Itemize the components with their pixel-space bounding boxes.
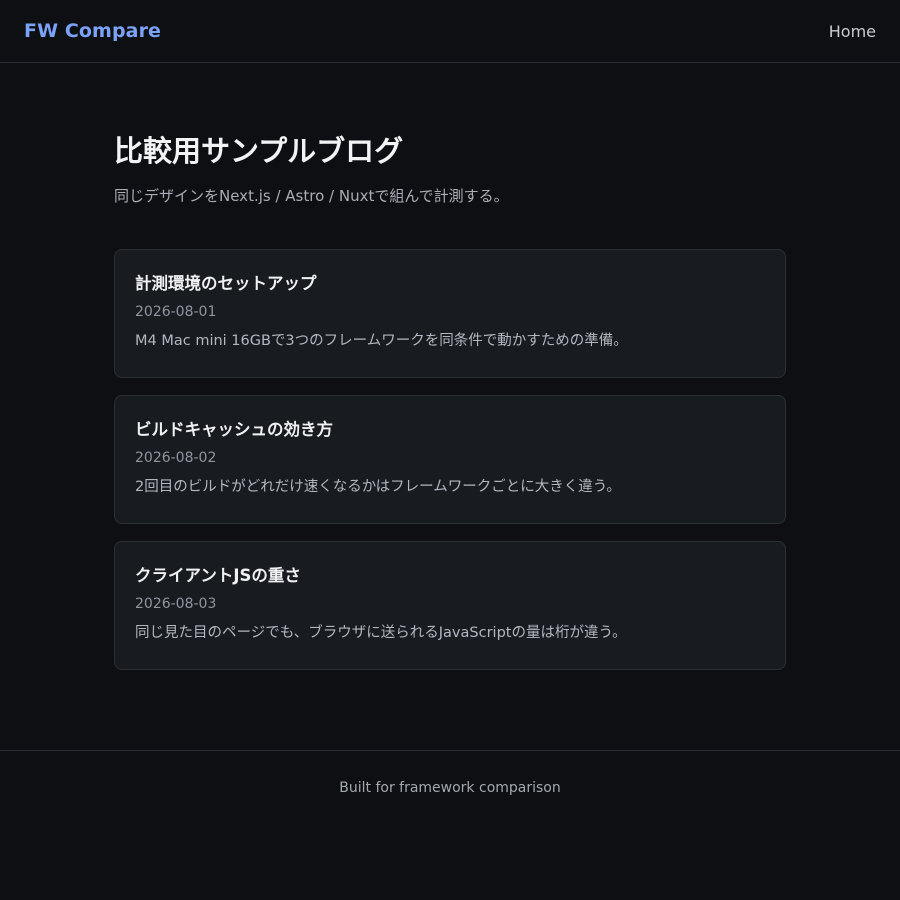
nav-home-link[interactable]: Home [829, 22, 876, 41]
post-excerpt: 2回目のビルドがどれだけ速くなるかはフレームワークごとに大きく違う。 [135, 479, 621, 495]
post-title[interactable]: 計測環境のセットアップ [135, 271, 765, 297]
site-footer: Built for framework comparison [0, 750, 900, 796]
post-excerpt: 同じ見た目のページでも、ブラウザに送られるJavaScriptの量は桁が違う。 [135, 625, 627, 641]
post-date: 2026-08-01 [135, 304, 217, 320]
post-card[interactable]: 計測環境のセットアップ 2026-08-01 M4 Mac mini 16GBで… [114, 249, 786, 378]
brand-logo-link[interactable]: FW Compare [24, 20, 161, 42]
footer-text: Built for framework comparison [339, 780, 561, 796]
post-date: 2026-08-02 [135, 450, 217, 466]
site-header: FW Compare Home [0, 0, 900, 63]
post-title[interactable]: ビルドキャッシュの効き方 [135, 417, 765, 443]
post-title[interactable]: クライアントJSの重さ [135, 563, 765, 589]
main-content: 比較用サンプルブログ 同じデザインをNext.js / Astro / Nuxt… [114, 63, 786, 670]
post-card[interactable]: ビルドキャッシュの効き方 2026-08-02 2回目のビルドがどれだけ速くなる… [114, 395, 786, 524]
post-list: 計測環境のセットアップ 2026-08-01 M4 Mac mini 16GBで… [114, 249, 786, 670]
page-subtitle: 同じデザインをNext.js / Astro / Nuxtで組んで計測する。 [114, 187, 509, 205]
post-date: 2026-08-03 [135, 596, 217, 612]
page-title: 比較用サンプルブログ [114, 134, 404, 168]
post-excerpt: M4 Mac mini 16GBで3つのフレームワークを同条件で動かすための準備… [135, 333, 628, 349]
post-card[interactable]: クライアントJSの重さ 2026-08-03 同じ見た目のページでも、ブラウザに… [114, 541, 786, 670]
